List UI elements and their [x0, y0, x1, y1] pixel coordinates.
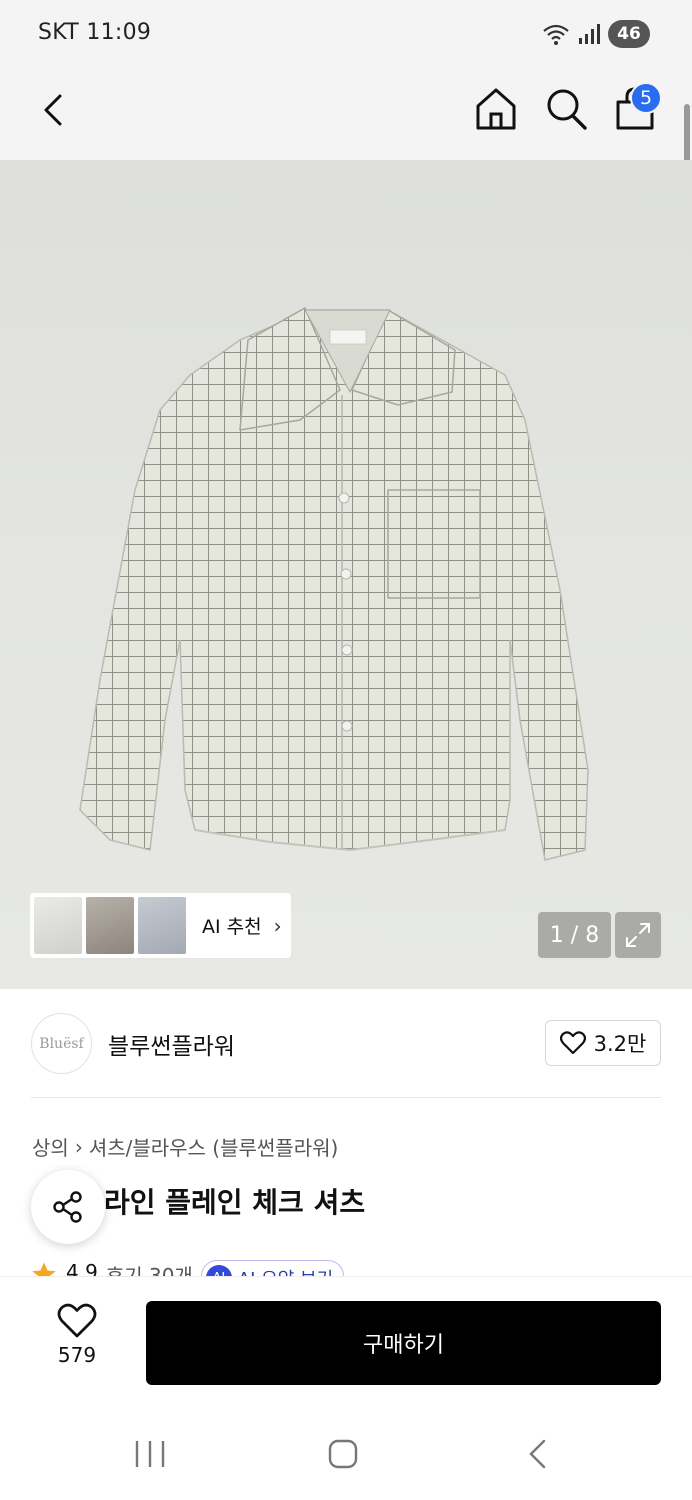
- back-icon[interactable]: [36, 90, 76, 130]
- recent-apps-icon[interactable]: [133, 1438, 167, 1470]
- heart-icon: [559, 1031, 586, 1055]
- heart-icon: [57, 1303, 97, 1338]
- brand-logo[interactable]: Bluësf: [31, 1013, 92, 1074]
- brand-name[interactable]: 블루썬플라워: [108, 1027, 235, 1061]
- purchase-bar: 579 구매하기: [0, 1276, 692, 1400]
- wifi-icon: [543, 24, 569, 45]
- ai-recommend-thumbnail: [34, 897, 82, 954]
- home-nav-icon[interactable]: [327, 1438, 359, 1470]
- review-count[interactable]: 후기 30개: [106, 1260, 193, 1276]
- status-carrier-time: SKT 11:09: [38, 20, 152, 45]
- wishlist-count: 579: [57, 1343, 97, 1367]
- expand-icon: [626, 923, 650, 947]
- wishlist-button[interactable]: 579: [40, 1303, 114, 1379]
- status-bar: SKT 11:09 46: [0, 0, 692, 70]
- status-icons: 46: [542, 20, 650, 48]
- breadcrumb-category[interactable]: 상의: [32, 1132, 69, 1161]
- home-icon[interactable]: [474, 86, 518, 132]
- product-image[interactable]: [0, 160, 692, 989]
- breadcrumb-subcategory[interactable]: 셔츠/블라우스 (블루썬플라워): [89, 1132, 339, 1161]
- signal-icon: [579, 24, 600, 44]
- ai-recommend-thumbnail: [86, 897, 134, 954]
- cart-count-badge: 5: [630, 82, 662, 114]
- ai-recommend-label: AI 추천: [202, 916, 262, 938]
- rating-value: 4.9: [66, 1260, 98, 1276]
- share-icon: [53, 1191, 82, 1223]
- top-nav: [0, 70, 692, 160]
- image-page-counter: 1 / 8: [538, 912, 611, 958]
- system-nav-bar: [0, 1400, 692, 1500]
- ai-recommend-button[interactable]: AI 추천 ›: [30, 893, 291, 958]
- ai-summary-button[interactable]: AI AI 요약 보기: [200, 1260, 345, 1276]
- share-button[interactable]: [31, 1170, 105, 1244]
- ai-badge: AI: [205, 1265, 232, 1276]
- search-icon[interactable]: [544, 86, 588, 132]
- buy-button[interactable]: 구매하기: [146, 1301, 661, 1385]
- star-icon: [32, 1262, 56, 1276]
- breadcrumb: 상의 › 셔츠/블라우스 (블루썬플라워): [32, 1132, 338, 1161]
- chevron-right-icon: ›: [273, 913, 282, 938]
- chevron-right-icon: ›: [74, 1134, 83, 1159]
- brand-like-button[interactable]: 3.2만: [545, 1020, 661, 1066]
- brand-like-count: 3.2만: [593, 1032, 647, 1056]
- shirt-photo: [79, 306, 589, 861]
- ai-recommend-thumbnail: [138, 897, 186, 954]
- rating-row: 4.9 후기 30개 AI AI 요약 보기: [30, 1256, 345, 1276]
- brand-row: Bluësf 블루썬플라워 3.2만: [0, 989, 692, 1097]
- back-nav-icon[interactable]: [526, 1438, 550, 1470]
- expand-image-button[interactable]: [615, 912, 661, 958]
- divider: [31, 1097, 661, 1098]
- product-title-text: 라인 플레인 체크 셔츠: [104, 1186, 366, 1219]
- battery-indicator: 46: [608, 20, 650, 48]
- ai-summary-label: AI 요약 보기: [238, 1265, 333, 1276]
